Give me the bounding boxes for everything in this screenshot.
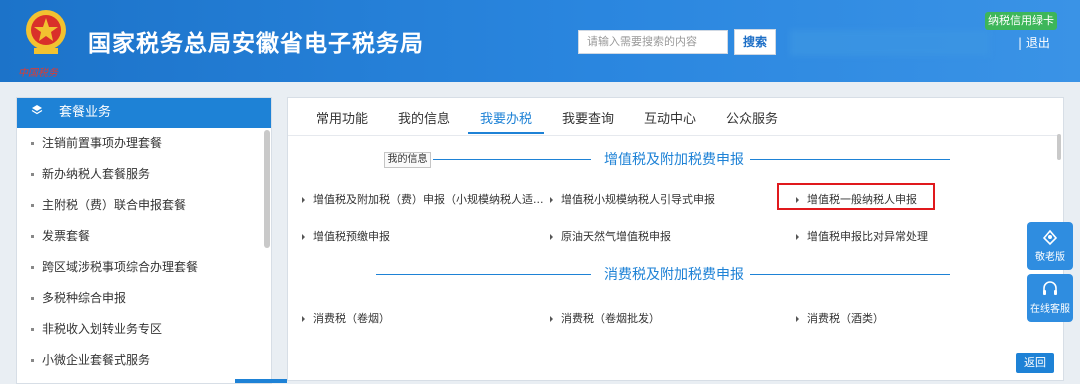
- sidebar: 套餐业务 注销前置事项办理套餐 新办纳税人套餐服务 主附税（费）联合申报套餐 发…: [16, 97, 287, 384]
- layers-icon: [31, 98, 43, 128]
- redacted-area: [790, 30, 990, 56]
- active-tab-indicator: [468, 132, 544, 134]
- link-consumption-tobacco[interactable]: 消费税（卷烟）: [302, 310, 390, 326]
- sidebar-item[interactable]: 小微企业套餐式服务: [17, 345, 271, 376]
- link-vat-small-guided[interactable]: 增值税小规模纳税人引导式申报: [550, 191, 715, 207]
- search-button[interactable]: 搜索: [734, 29, 776, 55]
- sidebar-item[interactable]: 非税收入划转业务专区: [17, 314, 271, 345]
- tab-query[interactable]: 我要查询: [562, 108, 614, 127]
- sidebar-item[interactable]: 主附税（费）联合申报套餐: [17, 190, 271, 221]
- top-header: 中国税务 国家税务总局安徽省电子税务局 请输入需要搜索的内容 搜索 纳税信用绿卡…: [0, 0, 1080, 82]
- link-vat-prepay[interactable]: 增值税预缴申报: [302, 228, 390, 244]
- divider-line: [750, 274, 950, 275]
- tab-bar: 常用功能 我的信息 我要办税 我要查询 互动中心 公众服务: [288, 98, 1061, 136]
- sidebar-item[interactable]: 跨区域涉税事项综合办理套餐: [17, 252, 271, 283]
- tab-public-service[interactable]: 公众服务: [726, 108, 778, 127]
- tab-do-tax[interactable]: 我要办税: [480, 108, 532, 127]
- sidebar-scrollbar[interactable]: [264, 130, 270, 248]
- link-consumption-alcohol[interactable]: 消费税（酒类）: [796, 310, 884, 326]
- link-vat-small-declaration[interactable]: 增值税及附加税（费）申报（小规模纳税人适...: [302, 191, 544, 207]
- tax-emblem-icon: 中国税务: [18, 8, 70, 79]
- tab-interaction[interactable]: 互动中心: [644, 108, 696, 127]
- section-title-vat: 增值税及附加税费申报: [604, 152, 744, 168]
- divider-line: [433, 159, 591, 160]
- highlight-box: [777, 183, 935, 210]
- sidebar-item[interactable]: 多税种综合申报: [17, 283, 271, 314]
- section-title-consumption: 消费税及附加税费申报: [604, 267, 744, 283]
- sidebar-item[interactable]: 新办纳税人套餐服务: [17, 159, 271, 190]
- tab-common[interactable]: 常用功能: [316, 108, 368, 127]
- link-oil-gas-vat[interactable]: 原油天然气增值税申报: [550, 228, 671, 244]
- search-input[interactable]: 请输入需要搜索的内容: [578, 30, 728, 54]
- sidebar-title: 套餐业务: [59, 105, 112, 120]
- divider-line: [750, 159, 950, 160]
- divider-line: [376, 274, 591, 275]
- site-title: 国家税务总局安徽省电子税务局: [88, 31, 424, 57]
- back-button[interactable]: 返回: [1016, 353, 1054, 373]
- main-scrollbar[interactable]: [1057, 134, 1061, 160]
- sidebar-item[interactable]: 发票套餐: [17, 221, 271, 252]
- elderly-mode-button[interactable]: 敬老版: [1027, 222, 1073, 270]
- credit-badge[interactable]: 纳税信用绿卡: [985, 12, 1057, 30]
- emblem-caption: 中国税务: [18, 68, 58, 79]
- tab-my-info[interactable]: 我的信息: [398, 108, 450, 127]
- sidebar-active-bar: [235, 379, 287, 383]
- headset-icon: [1041, 280, 1059, 298]
- elderly-mode-icon: [1041, 228, 1059, 246]
- link-vat-anomaly[interactable]: 增值税申报比对异常处理: [796, 228, 928, 244]
- main-panel: 常用功能 我的信息 我要办税 我要查询 互动中心 公众服务 我的信息 增值税及附…: [287, 97, 1064, 381]
- sidebar-header[interactable]: 套餐业务: [17, 98, 271, 128]
- link-consumption-tobacco-wholesale[interactable]: 消费税（卷烟批发）: [550, 310, 660, 326]
- sidebar-item[interactable]: 注销前置事项办理套餐: [17, 128, 271, 159]
- online-service-button[interactable]: 在线客服: [1027, 274, 1073, 322]
- tooltip: 我的信息: [384, 152, 431, 168]
- logout-link[interactable]: | 退出: [1018, 34, 1050, 51]
